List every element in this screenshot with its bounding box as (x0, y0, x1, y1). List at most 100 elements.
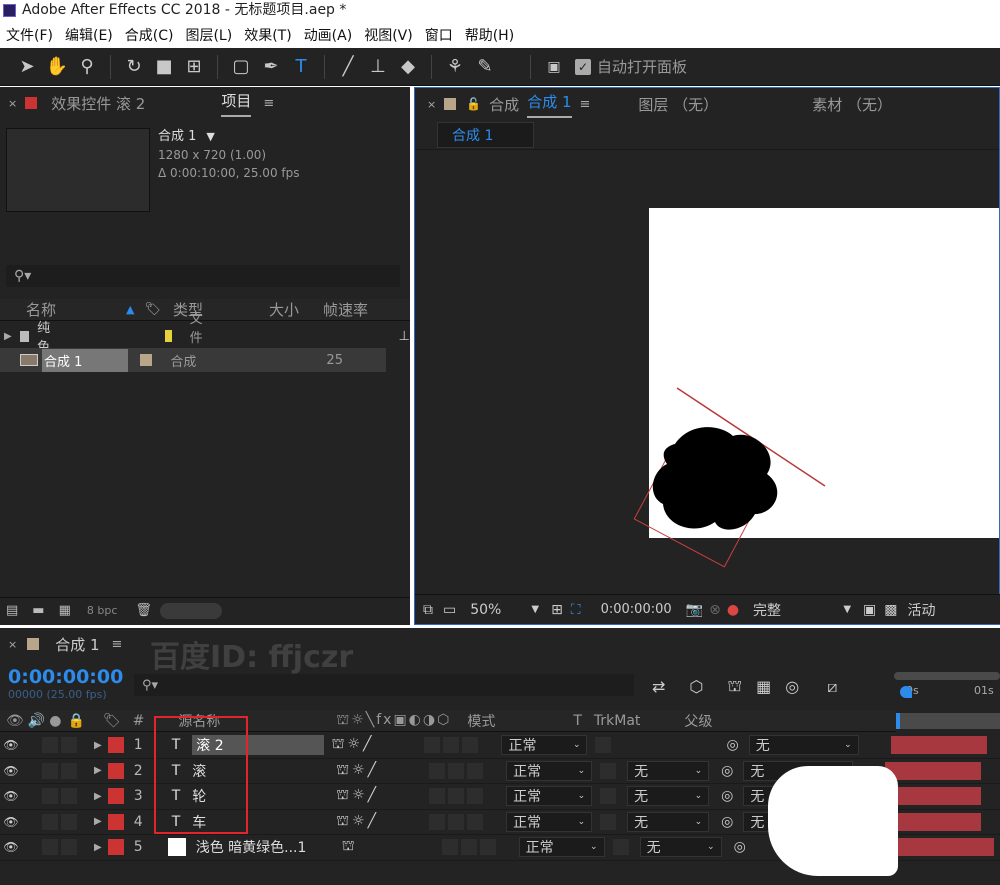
label-tag-icon[interactable]: 🏷 (103, 713, 121, 729)
preserve-transparency-toggle[interactable] (600, 788, 617, 805)
panel-menu-icon[interactable]: ≡ (112, 637, 123, 652)
switch-box[interactable] (429, 762, 446, 779)
tab-composition-prefix[interactable]: 合成 (489, 94, 519, 115)
switch-box[interactable] (424, 737, 441, 754)
motion-blur-icon[interactable]: ◎ (785, 677, 799, 696)
preserve-transparency-toggle[interactable] (600, 813, 617, 830)
search-input[interactable] (164, 677, 605, 693)
frame-blending-icon[interactable]: ▦ (756, 677, 771, 696)
clone-stamp-tool-icon[interactable]: ⊥ (363, 56, 393, 77)
eye-icon[interactable]: 👁 (2, 738, 20, 752)
switch-box[interactable] (467, 813, 484, 830)
bpc-label[interactable]: 8 bpc (87, 604, 118, 617)
switch-box[interactable] (479, 839, 496, 856)
draft-3d-icon[interactable]: ⬡ (689, 677, 703, 696)
pan-behind-tool-icon[interactable]: ⊞ (179, 56, 209, 77)
solo-toggle[interactable] (61, 762, 77, 779)
trkmat-select[interactable]: 无 ⌄ (639, 837, 722, 858)
subtab-composition[interactable]: 合成 1 (437, 121, 535, 148)
switch-box[interactable] (448, 813, 465, 830)
sort-ascending-icon[interactable]: ▲ (126, 303, 134, 316)
switch-box[interactable] (429, 813, 446, 830)
playhead-icon[interactable] (900, 686, 912, 698)
switch-box[interactable] (448, 762, 465, 779)
solo-toggle[interactable] (61, 839, 77, 856)
roto-brush-tool-icon[interactable]: ⚘ (440, 56, 470, 77)
trkmat-select[interactable]: 无 ⌄ (627, 811, 710, 832)
comp-flowchart-icon[interactable]: ⇄ (652, 677, 665, 696)
pen-tool-icon[interactable]: ✒ (256, 56, 286, 77)
chevron-down-icon[interactable]: ▼ (206, 128, 214, 146)
transparency-grid-icon[interactable]: ▩ (884, 602, 897, 618)
tab-effect-controls[interactable]: 效果控件 滚 2 (51, 93, 145, 114)
menu-view[interactable]: 视图(V) (358, 25, 419, 45)
checkbox-icon[interactable]: ✓ (575, 58, 591, 75)
selection-tool-icon[interactable]: ➤ (12, 56, 42, 77)
switch-box[interactable] (462, 737, 479, 754)
auto-open-panels[interactable]: ✓ 自动打开面板 (575, 56, 687, 77)
preserve-transparency-toggle[interactable] (595, 737, 612, 754)
label-color-swatch[interactable] (107, 813, 124, 830)
label-color-swatch[interactable] (164, 330, 172, 342)
timeline-search[interactable]: ⚲▾ (134, 674, 634, 696)
safe-margins-icon[interactable]: ⊞ (551, 602, 563, 618)
eye-icon[interactable]: 👁 (2, 815, 20, 829)
switch-box[interactable] (441, 839, 458, 856)
camera-snapshot-icon[interactable]: 📷 (686, 602, 703, 618)
tab-layer[interactable]: 图层 （无） (638, 94, 718, 115)
column-mode[interactable]: 模式 (467, 711, 495, 731)
layer-switches[interactable]: ⛫ (342, 838, 358, 856)
layer-switches[interactable]: ⛫☼╱ (336, 813, 379, 831)
tab-composition[interactable]: 合成 1 (527, 91, 572, 118)
shy-layers-icon[interactable]: ⛫ (727, 676, 742, 697)
trash-icon[interactable]: 🗑 (135, 603, 152, 618)
label-tag-icon[interactable]: 🏷 (144, 302, 161, 317)
type-tool-icon[interactable]: T (286, 56, 316, 77)
menu-edit[interactable]: 编辑(E) (59, 25, 119, 45)
switch-box[interactable] (429, 788, 446, 805)
interpret-footage-icon[interactable]: ▤ (6, 603, 18, 618)
pickwhip-icon[interactable]: ◎ (721, 788, 733, 804)
layer-duration-bar[interactable] (885, 812, 982, 831)
audio-toggle[interactable] (42, 839, 58, 856)
pickwhip-icon[interactable]: ◎ (726, 737, 738, 753)
rectangle-tool-icon[interactable]: ▢ (226, 56, 256, 77)
always-preview-icon[interactable]: ⧉ (423, 602, 433, 618)
parent-select[interactable]: 无⌄ (748, 735, 859, 756)
switch-box[interactable] (467, 762, 484, 779)
column-trkmat[interactable]: TrkMat (594, 713, 641, 729)
active-camera-label[interactable]: 活动 (908, 600, 936, 620)
close-icon[interactable]: × (427, 98, 436, 111)
mask-visibility-icon[interactable]: ⛶ (571, 602, 581, 618)
audio-toggle[interactable] (42, 737, 58, 754)
blend-mode-select[interactable]: 正常 ⌄ (501, 735, 588, 756)
column-fps[interactable]: 帧速率 (323, 299, 368, 320)
switch-box[interactable] (448, 788, 465, 805)
menu-file[interactable]: 文件(F) (0, 25, 59, 45)
eye-icon[interactable]: 👁 (2, 840, 20, 854)
region-of-interest-icon[interactable]: ▣ (863, 602, 876, 618)
zoom-tool-icon[interactable]: ⚲ (72, 56, 102, 77)
current-time-display[interactable]: 0:00:00:00 00000 (25.00 fps) (8, 666, 123, 701)
work-area-bar[interactable] (894, 672, 1000, 680)
audio-toggle[interactable] (42, 813, 58, 830)
lock-switch-icon[interactable]: 🔒 (67, 713, 84, 729)
expand-arrow-icon[interactable]: ▶ (94, 791, 102, 802)
menu-help[interactable]: 帮助(H) (459, 25, 520, 45)
preserve-transparency-toggle[interactable] (600, 762, 617, 779)
label-color-swatch[interactable] (140, 354, 153, 366)
project-item-comp[interactable]: 合成 1 合成 25 (0, 348, 386, 372)
expand-arrow-icon[interactable]: ▶ (94, 740, 102, 751)
rotate-tool-icon[interactable]: ↻ (119, 56, 149, 77)
close-icon[interactable]: × (8, 97, 17, 110)
solo-toggle[interactable] (61, 788, 77, 805)
graph-editor-icon[interactable]: ⧄ (827, 677, 837, 697)
time-ruler[interactable]: 0s 01s (894, 672, 1000, 702)
preserve-transparency-toggle[interactable] (612, 839, 629, 856)
layer-duration-bar[interactable] (885, 787, 982, 806)
layer-duration-bar[interactable] (897, 838, 994, 857)
label-color-swatch[interactable] (107, 788, 124, 805)
expand-arrow-icon[interactable]: ▶ (94, 816, 102, 827)
eraser-tool-icon[interactable]: ◆ (393, 56, 423, 77)
audio-switch-icon[interactable]: 🔊 (28, 713, 45, 729)
